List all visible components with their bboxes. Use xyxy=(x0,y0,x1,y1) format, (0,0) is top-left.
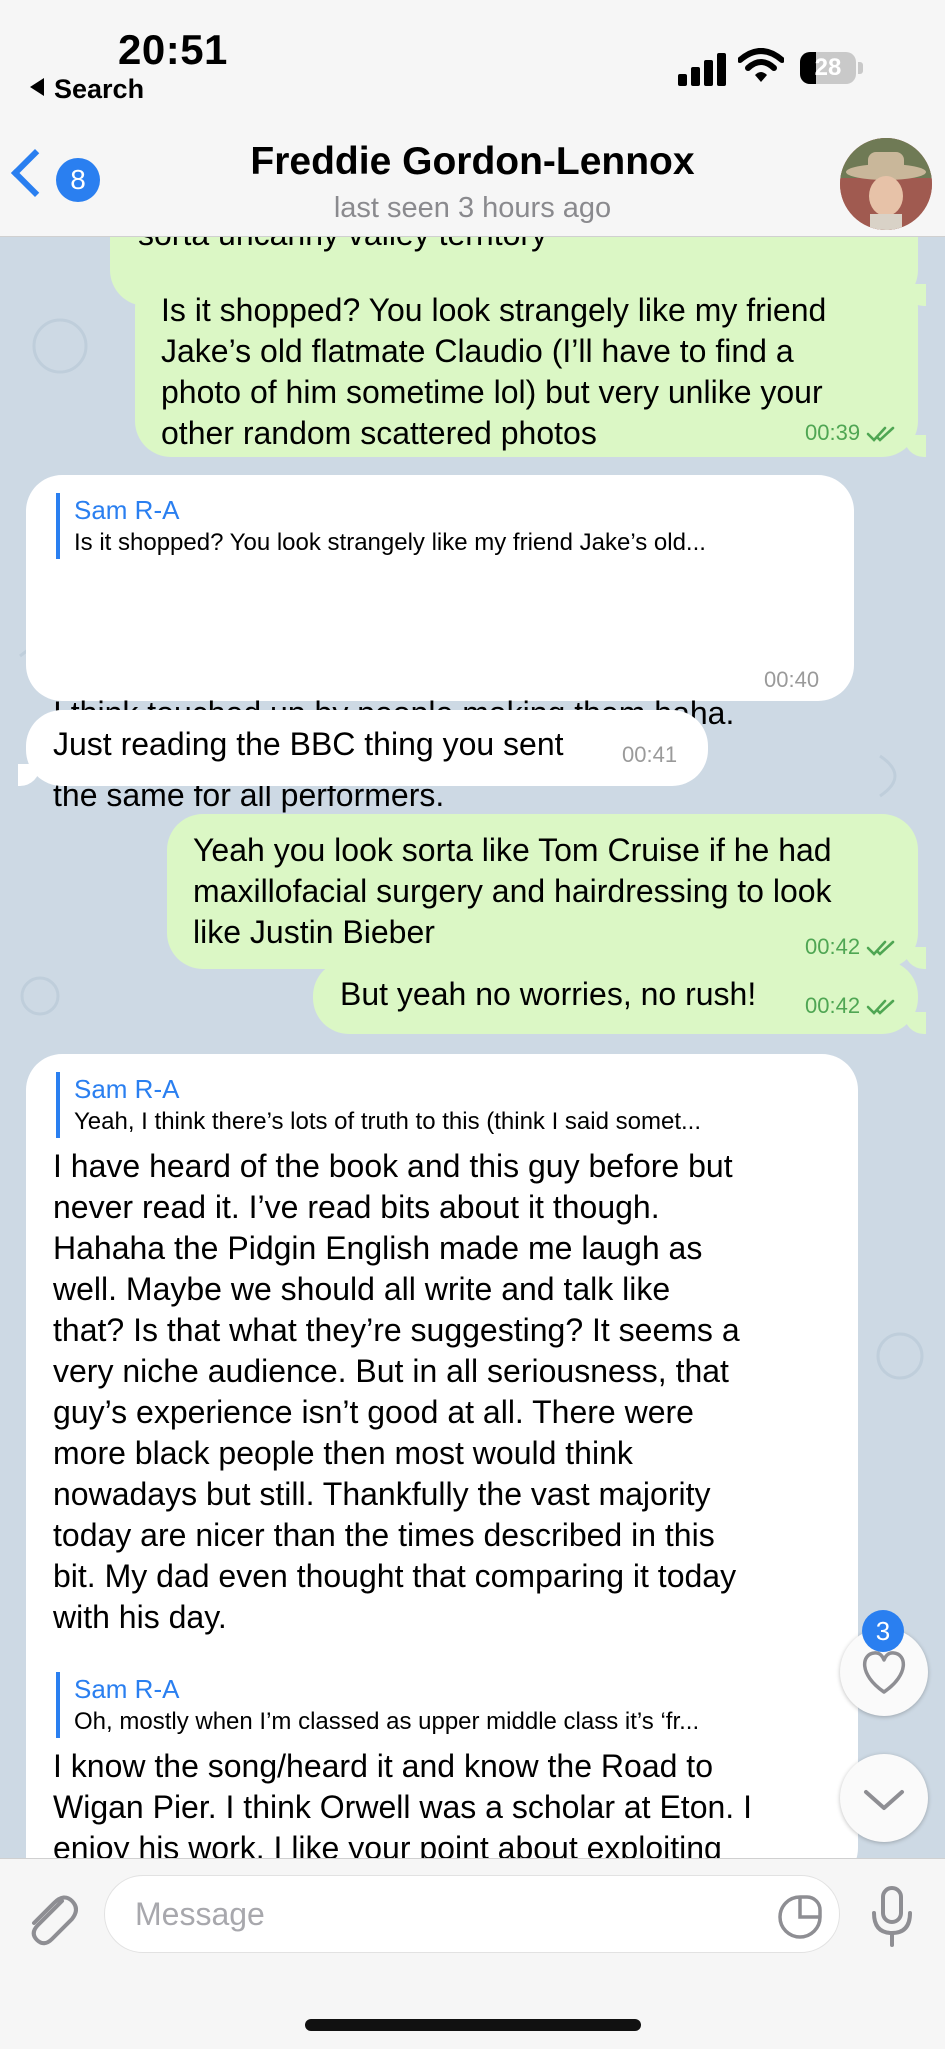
contact-avatar[interactable] xyxy=(840,138,932,230)
read-receipt-icon xyxy=(866,940,895,956)
battery-level: 28 xyxy=(814,54,842,81)
message-time: 00:40 xyxy=(764,667,820,692)
cellular-signal-icon xyxy=(678,52,728,86)
read-receipt-icon xyxy=(866,999,895,1015)
composer-bar: Message xyxy=(0,1858,945,2049)
read-receipt-icon xyxy=(866,426,895,442)
message-time: 00:42 xyxy=(805,993,861,1018)
chat-last-seen: last seen 3 hours ago xyxy=(333,192,612,224)
back-triangle-icon xyxy=(30,78,44,96)
reply-sender: Sam R-A xyxy=(74,1674,180,1704)
reply-snippet: Yeah, I think there’s lots of truth to t… xyxy=(74,1108,701,1135)
back-to-search-link[interactable]: Search xyxy=(30,74,144,105)
reply-quote[interactable]: Sam R-A Yeah, I think there’s lots of tru… xyxy=(56,1072,701,1138)
sticker-icon[interactable] xyxy=(777,1894,823,1940)
reply-quote[interactable]: Sam R-A Is it shopped? You look strangely… xyxy=(56,493,706,559)
message-input[interactable]: Message xyxy=(104,1875,840,1953)
microphone-icon[interactable] xyxy=(868,1885,916,1949)
scroll-down-icon xyxy=(864,1790,904,1810)
message-text: I know the song/heard it and know the Ro… xyxy=(53,1748,752,1858)
message-list[interactable]: sorta uncanny valley territory00:38Is it… xyxy=(0,236,945,1858)
message-time: 00:41 xyxy=(622,742,678,767)
scroll-down-button[interactable] xyxy=(840,1754,928,1842)
message-time: 00:39 xyxy=(805,420,861,445)
message-placeholder: Message xyxy=(135,1896,265,1932)
message-meta: 00:40 xyxy=(764,667,819,693)
outgoing-message-bubble[interactable]: Yeah you look sorta like Tom Cruise if h… xyxy=(167,814,926,969)
home-indicator xyxy=(305,2019,641,2031)
message-time: 00:42 xyxy=(805,934,861,959)
message-text: But yeah no worries, no rush! xyxy=(340,976,757,1012)
incoming-message-bubble[interactable]: Sam R-A Oh, mostly when I’m classed as up… xyxy=(26,1654,852,1858)
message-meta: 00:42 xyxy=(805,934,896,960)
top-bar: 20:51 Search 28 8 Freddie Gordon-Lennox … xyxy=(0,0,945,237)
battery-icon: 28 xyxy=(800,52,856,84)
message-meta: 00:39 xyxy=(805,420,896,446)
reply-quote[interactable]: Sam R-A Oh, mostly when I’m classed as up… xyxy=(56,1672,699,1738)
reply-snippet: Oh, mostly when I’m classed as upper mid… xyxy=(74,1708,700,1735)
back-to-search-label: Search xyxy=(54,74,145,104)
reply-sender: Sam R-A xyxy=(74,495,180,525)
outgoing-message-bubble[interactable]: But yeah no worries, no rush! 00:42 xyxy=(313,960,926,1034)
reply-sender: Sam R-A xyxy=(74,1074,180,1104)
chat-title[interactable]: Freddie Gordon-Lennox xyxy=(0,140,945,184)
message-meta: 00:41 xyxy=(622,742,677,768)
message-text: Just reading the BBC thing you sent xyxy=(53,726,564,762)
message-text: I have heard of the book and this guy be… xyxy=(53,1148,740,1635)
message-text: sorta uncanny valley territory xyxy=(138,236,547,255)
reply-snippet: Is it shopped? You look strangely like m… xyxy=(74,529,706,556)
attach-icon[interactable] xyxy=(22,1887,78,1947)
incoming-message-bubble[interactable]: Just reading the BBC thing you sent 00:41 xyxy=(18,710,708,786)
message-meta: 00:42 xyxy=(805,993,896,1019)
outgoing-message-bubble[interactable]: Is it shopped? You look strangely like m… xyxy=(135,272,926,457)
status-time: 20:51 xyxy=(118,26,228,73)
message-text: Yeah you look sorta like Tom Cruise if h… xyxy=(193,832,832,950)
message-text: Is it shopped? You look strangely like m… xyxy=(161,292,827,451)
reactions-badge[interactable]: 3 xyxy=(862,1610,904,1652)
incoming-message-bubble[interactable]: Sam R-A Is it shopped? You look strangely… xyxy=(26,475,854,813)
battery-tip xyxy=(858,62,863,74)
wifi-icon xyxy=(738,48,784,82)
